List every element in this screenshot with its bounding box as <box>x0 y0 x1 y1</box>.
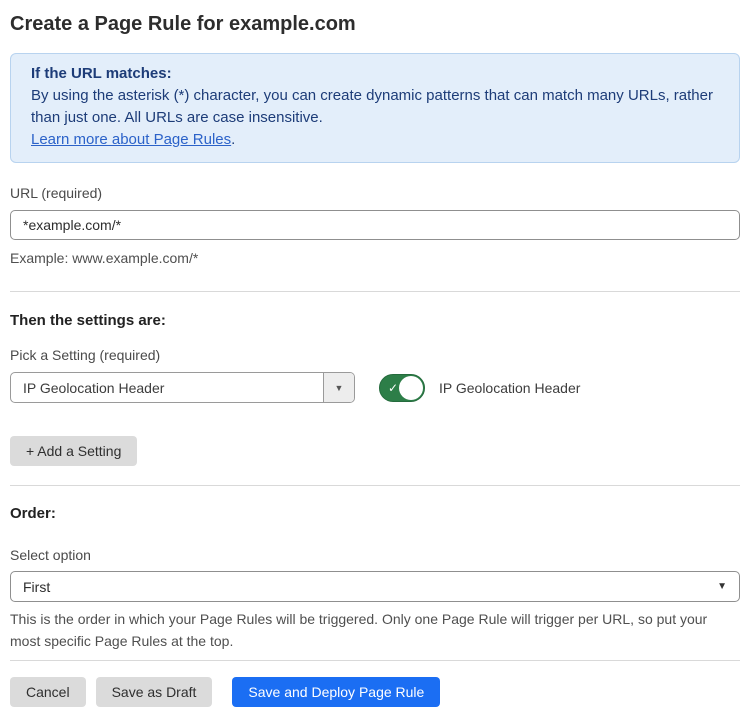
learn-more-link[interactable]: Learn more about Page Rules <box>31 131 231 148</box>
setting-row: IP Geolocation Header ▼ ✓ IP Geolocation… <box>10 372 740 403</box>
settings-section-heading: Then the settings are: <box>10 312 740 330</box>
check-icon: ✓ <box>388 382 398 394</box>
page-title: Create a Page Rule for example.com <box>10 12 740 36</box>
divider <box>10 660 740 661</box>
ip-geolocation-toggle[interactable]: ✓ <box>379 374 425 402</box>
url-label: URL (required) <box>10 185 740 201</box>
order-helper-text: This is the order in which your Page Rul… <box>10 608 740 652</box>
url-match-info-box: If the URL matches: By using the asteris… <box>10 53 740 163</box>
info-box-body: By using the asterisk (*) character, you… <box>31 85 719 129</box>
actions-row: Cancel Save as Draft Save and Deploy Pag… <box>10 677 740 707</box>
chevron-down-icon: ▼ <box>335 383 344 393</box>
divider <box>10 291 740 292</box>
order-select[interactable]: First ▼ <box>10 571 740 602</box>
setting-picker[interactable]: IP Geolocation Header ▼ <box>10 372 355 403</box>
link-period: . <box>231 131 235 148</box>
info-box-heading: If the URL matches: <box>31 63 719 85</box>
pick-setting-label: Pick a Setting (required) <box>10 347 740 363</box>
order-section-heading: Order: <box>10 505 740 523</box>
info-box-link-line: Learn more about Page Rules. <box>31 129 719 151</box>
setting-picker-value: IP Geolocation Header <box>11 380 164 396</box>
toggle-knob <box>399 376 423 400</box>
select-option-label: Select option <box>10 547 740 563</box>
page: { "page": { "title": "Create a Page Rule… <box>0 12 750 699</box>
url-example-helper: Example: www.example.com/* <box>10 247 740 269</box>
chevron-down-icon: ▼ <box>717 581 727 592</box>
order-select-value: First <box>23 579 50 595</box>
cancel-button[interactable]: Cancel <box>10 677 86 707</box>
save-and-deploy-button[interactable]: Save and Deploy Page Rule <box>232 677 440 707</box>
url-input[interactable] <box>10 210 740 240</box>
setting-picker-caret-button[interactable]: ▼ <box>323 373 354 402</box>
save-as-draft-button[interactable]: Save as Draft <box>96 677 213 707</box>
divider <box>10 485 740 486</box>
create-page-rule-form: Create a Page Rule for example.com If th… <box>10 12 740 707</box>
add-setting-button[interactable]: + Add a Setting <box>10 436 137 466</box>
toggle-label: IP Geolocation Header <box>439 380 580 396</box>
